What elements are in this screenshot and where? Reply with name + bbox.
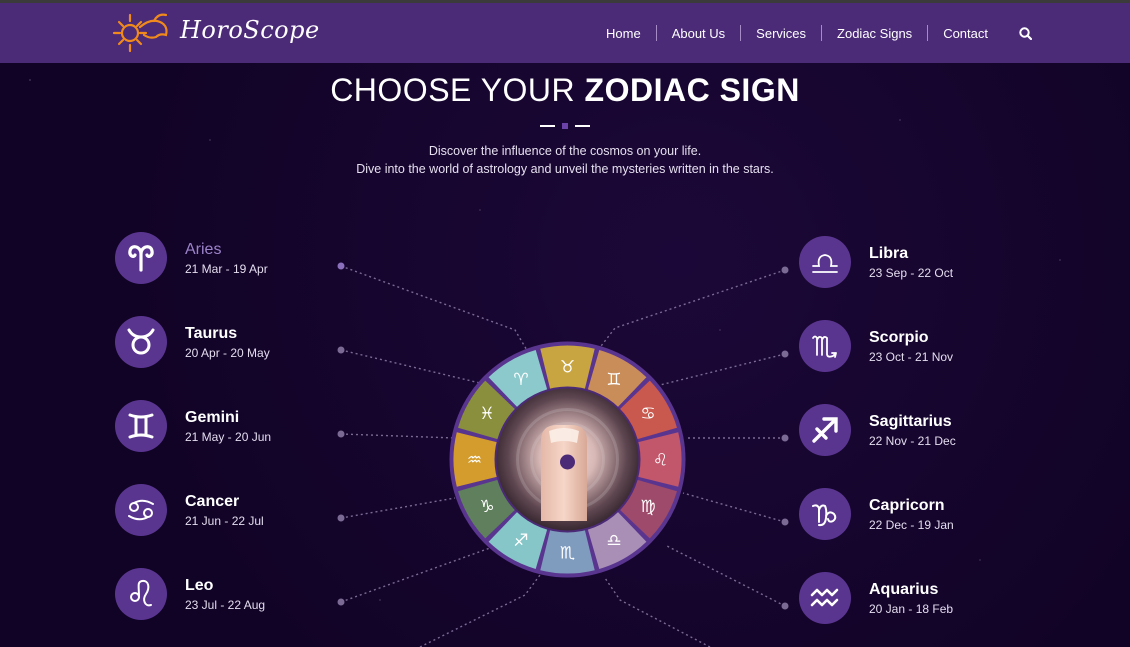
aquarius-icon: [799, 572, 851, 624]
virgo-glyph: ♍: [640, 497, 655, 517]
libra-icon: [799, 236, 851, 288]
sign-dates: 22 Nov - 21 Dec: [869, 433, 956, 448]
sign-capricorn[interactable]: Capricorn 22 Dec - 19 Jan: [799, 488, 954, 540]
sign-gemini[interactable]: Gemini 21 May - 20 Jun: [115, 400, 271, 452]
taurus-icon: [115, 316, 167, 368]
sagittarius-glyph: ♐: [513, 531, 528, 551]
sign-name: Libra: [869, 244, 909, 262]
zodiac-wheel[interactable]: ♉ ♊ ♋ ♌ ♍ ♎ ♏ ♐ ♑ ♒ ♓ ♈: [449, 341, 686, 578]
sign-cancer[interactable]: Cancer 21 Jun - 22 Jul: [115, 484, 264, 536]
aries-icon: [115, 232, 167, 284]
sign-name: Capricorn: [869, 496, 945, 514]
sign-name: Leo: [185, 576, 214, 594]
sign-libra[interactable]: Libra 23 Sep - 22 Oct: [799, 236, 953, 288]
sign-dates: 22 Dec - 19 Jan: [869, 517, 954, 532]
capricorn-icon: [799, 488, 851, 540]
leo-icon: [115, 568, 167, 620]
sign-name: Aquarius: [869, 580, 939, 598]
sign-dates: 23 Oct - 21 Nov: [869, 349, 954, 364]
sign-sagittarius[interactable]: Sagittarius 22 Nov - 21 Dec: [799, 404, 956, 456]
leo-glyph: ♌: [653, 451, 668, 471]
sign-dates: 21 Mar - 19 Apr: [185, 261, 268, 276]
sign-taurus[interactable]: Taurus 20 Apr - 20 May: [115, 316, 270, 368]
sign-dates: 23 Jul - 22 Aug: [185, 597, 266, 612]
sign-dates: 23 Sep - 22 Oct: [869, 265, 954, 280]
gemini-glyph: ♊: [606, 370, 621, 390]
cancer-glyph: ♋: [640, 404, 655, 424]
sign-name: Aries: [185, 240, 222, 258]
pisces-glyph: ♓: [479, 404, 494, 424]
sign-dates: 20 Apr - 20 May: [185, 345, 270, 360]
sign-name: Sagittarius: [869, 412, 952, 430]
sign-name: Gemini: [185, 408, 240, 426]
wheel-center-dot: [560, 454, 575, 470]
capricorn-glyph: ♑: [479, 497, 494, 517]
gemini-icon: [115, 400, 167, 452]
sign-dates: 21 Jun - 22 Jul: [185, 513, 264, 528]
aries-glyph: ♈: [513, 370, 528, 390]
scorpio-glyph: ♏: [560, 544, 575, 564]
aquarius-glyph: ♒: [467, 451, 482, 471]
sign-name: Cancer: [185, 492, 240, 510]
sign-name: Taurus: [185, 324, 238, 342]
sign-dates: 20 Jan - 18 Feb: [869, 601, 954, 616]
scorpio-icon: [799, 320, 851, 372]
sign-dates: 21 May - 20 Jun: [185, 429, 272, 444]
taurus-glyph: ♉: [560, 358, 575, 378]
sign-aquarius[interactable]: Aquarius 20 Jan - 18 Feb: [799, 572, 953, 624]
sign-leo[interactable]: Leo 23 Jul - 22 Aug: [115, 568, 265, 620]
cancer-icon: [115, 484, 167, 536]
sign-scorpio[interactable]: Scorpio 23 Oct - 21 Nov: [799, 320, 953, 372]
sign-name: Scorpio: [869, 328, 929, 346]
libra-glyph: ♎: [606, 531, 621, 551]
sign-aries[interactable]: Aries 21 Mar - 19 Apr: [115, 232, 268, 284]
sagittarius-icon: [799, 404, 851, 456]
